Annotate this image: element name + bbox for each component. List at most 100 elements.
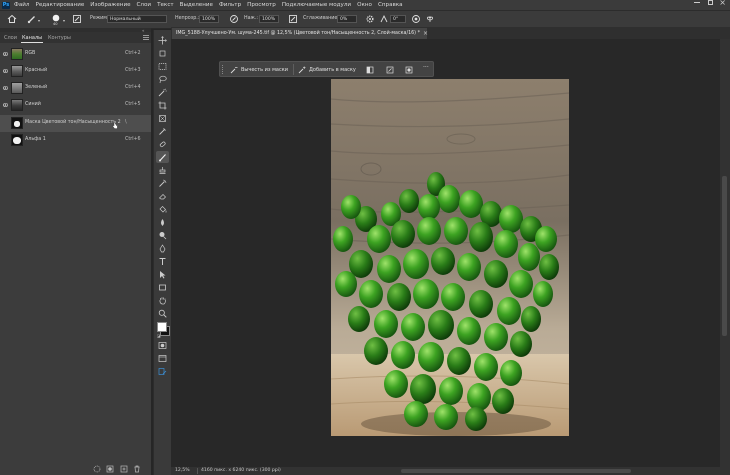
channel-row-rgb[interactable]: RGB Ctrl+2 bbox=[0, 46, 151, 63]
document-tab[interactable]: IMG_5188-Улучшено-Ум. шума-245.tif @ 12,… bbox=[172, 28, 427, 39]
channel-name: Красный bbox=[25, 68, 48, 73]
history-brush-tool-icon[interactable] bbox=[158, 179, 167, 188]
subtract-from-mask-button[interactable]: Вычесть из маски bbox=[241, 67, 288, 73]
eye-visibility-icon[interactable] bbox=[3, 103, 8, 107]
blur-tool-icon[interactable] bbox=[158, 218, 167, 227]
channel-name: Зеленый bbox=[25, 85, 48, 90]
eraser-tool-icon[interactable] bbox=[158, 192, 167, 201]
close-tab-icon[interactable]: × bbox=[423, 28, 428, 39]
eye-visibility-icon[interactable] bbox=[3, 86, 8, 90]
channel-shortcut: Ctrl+6 bbox=[125, 137, 141, 142]
menu-window[interactable]: Окно bbox=[357, 2, 372, 8]
document-image[interactable] bbox=[331, 79, 569, 436]
close-window-icon[interactable]: × bbox=[719, 0, 726, 7]
angle-input[interactable]: 0° bbox=[390, 15, 406, 23]
menu-filter[interactable]: Фильтр bbox=[219, 2, 241, 8]
menu-file[interactable]: Файл bbox=[14, 2, 29, 8]
eyedropper-tool-icon[interactable] bbox=[158, 127, 167, 136]
pressure-opacity-icon[interactable] bbox=[229, 14, 239, 24]
eye-visibility-icon[interactable] bbox=[3, 69, 8, 73]
rectangle-tool-icon[interactable] bbox=[158, 283, 167, 292]
channel-shortcut: Ctrl+3 bbox=[125, 68, 141, 73]
type-tool-icon[interactable] bbox=[158, 257, 167, 266]
symmetry-butterfly-icon[interactable] bbox=[425, 14, 435, 24]
opacity-input[interactable]: 100% bbox=[199, 15, 219, 23]
horizontal-scrollbar-thumb[interactable] bbox=[401, 469, 631, 473]
brush-settings-panel-icon[interactable] bbox=[72, 14, 82, 24]
frame-tool-icon[interactable] bbox=[158, 114, 167, 123]
menu-layers[interactable]: Слои bbox=[137, 2, 152, 8]
dodge-tool-icon[interactable] bbox=[158, 231, 167, 240]
screen-mode-icon[interactable] bbox=[158, 354, 167, 363]
menu-help[interactable]: Справка bbox=[378, 2, 403, 8]
path-selection-tool-icon[interactable] bbox=[158, 270, 167, 279]
eye-visibility-icon[interactable] bbox=[3, 52, 8, 56]
clone-stamp-tool-icon[interactable] bbox=[158, 166, 167, 175]
mode-select[interactable]: Нормальный bbox=[107, 15, 167, 23]
status-chevron-icon[interactable]: › bbox=[275, 468, 277, 473]
scrollbar-thumb[interactable] bbox=[722, 176, 727, 336]
channel-row-blue[interactable]: Синий Ctrl+5 bbox=[0, 97, 151, 114]
zoom-level[interactable]: 12,5% bbox=[175, 468, 190, 473]
minimize-icon[interactable] bbox=[694, 2, 700, 3]
maximize-icon[interactable] bbox=[708, 0, 713, 5]
chevron-down-icon[interactable]: ▾ bbox=[63, 18, 65, 23]
channel-thumbnail-red bbox=[11, 65, 23, 77]
flow-input[interactable]: 100% bbox=[259, 15, 279, 23]
move-tool-icon[interactable] bbox=[158, 36, 167, 45]
hand-tool-icon[interactable] bbox=[158, 296, 167, 305]
delete-channel-trash-icon[interactable] bbox=[133, 465, 141, 473]
quick-mask-mode-icon[interactable] bbox=[158, 341, 167, 350]
more-options-button[interactable]: ··· bbox=[423, 64, 429, 71]
smoothing-input[interactable]: 0% bbox=[337, 15, 357, 23]
channel-row-red[interactable]: Красный Ctrl+3 bbox=[0, 63, 151, 80]
brush-tool-icon[interactable] bbox=[158, 153, 167, 162]
fill-mask-icon[interactable] bbox=[405, 66, 413, 74]
menu-select[interactable]: Выделение bbox=[180, 2, 213, 8]
chevron-down-icon[interactable]: ▾ bbox=[38, 18, 40, 23]
pen-tool-icon[interactable] bbox=[158, 244, 167, 253]
menu-plugins[interactable]: Подключаемые модули bbox=[282, 2, 351, 8]
drag-handle[interactable] bbox=[222, 65, 225, 74]
zoom-tool-icon[interactable] bbox=[158, 309, 167, 318]
menu-view[interactable]: Просмотр bbox=[247, 2, 276, 8]
object-selection-tool-icon[interactable] bbox=[158, 88, 167, 97]
channel-shortcut: Ctrl+2 bbox=[125, 51, 141, 56]
invert-mask-icon[interactable] bbox=[366, 66, 374, 74]
tab-paths[interactable]: Контуры bbox=[48, 35, 71, 41]
channel-name: Маска Цветовой тон/Насыщенность 2 bbox=[25, 120, 121, 125]
mode-label: Режим: bbox=[90, 16, 109, 21]
channel-row-green[interactable]: Зеленый Ctrl+4 bbox=[0, 80, 151, 97]
tab-layers[interactable]: Слои bbox=[4, 35, 17, 41]
load-channel-as-selection-icon[interactable] bbox=[93, 465, 101, 473]
brush-angle-icon[interactable] bbox=[379, 14, 389, 24]
paint-bucket-tool-icon[interactable] bbox=[158, 205, 167, 214]
channel-name: RGB bbox=[25, 51, 36, 56]
channel-row-alpha-1[interactable]: Альфа 1 Ctrl+6 bbox=[0, 132, 151, 149]
crop-tool-icon[interactable] bbox=[158, 101, 167, 110]
foreground-color-swatch[interactable] bbox=[157, 322, 167, 332]
airbrush-icon[interactable] bbox=[288, 14, 298, 24]
smoothing-options-gear-icon[interactable] bbox=[365, 14, 375, 24]
edit-toolbar-icon[interactable] bbox=[158, 367, 167, 376]
spot-healing-brush-icon[interactable] bbox=[158, 140, 167, 149]
panel-menu-icon[interactable] bbox=[143, 35, 149, 40]
menu-image[interactable]: Изображение bbox=[90, 2, 130, 8]
channel-row-hue-saturation-mask[interactable]: Маска Цветовой тон/Насыщенность 2 \ bbox=[0, 115, 151, 132]
artboard-tool-icon[interactable] bbox=[158, 49, 167, 58]
marquee-tool-icon[interactable] bbox=[158, 62, 167, 71]
add-to-mask-button[interactable]: Добавить в маску bbox=[309, 67, 356, 73]
document-size: 4160 пикс. x 6240 пикс. (300 ppi) bbox=[201, 468, 281, 473]
save-selection-as-channel-icon[interactable] bbox=[106, 465, 114, 473]
lasso-tool-icon[interactable] bbox=[158, 75, 167, 84]
pressure-size-icon[interactable] bbox=[411, 14, 421, 24]
refine-mask-icon[interactable] bbox=[386, 66, 394, 74]
brush-tool-icon[interactable] bbox=[27, 14, 37, 24]
tab-channels[interactable]: Каналы bbox=[22, 35, 42, 41]
contextual-task-bar: Вычесть из маски Добавить в маску ··· bbox=[219, 61, 434, 77]
new-channel-icon[interactable] bbox=[120, 465, 128, 473]
menu-text[interactable]: Текст bbox=[157, 2, 174, 8]
home-icon[interactable] bbox=[7, 14, 17, 24]
menu-edit[interactable]: Редактирование bbox=[35, 2, 84, 8]
document-title: IMG_5188-Улучшено-Ум. шума-245.tif @ 12,… bbox=[176, 31, 420, 36]
